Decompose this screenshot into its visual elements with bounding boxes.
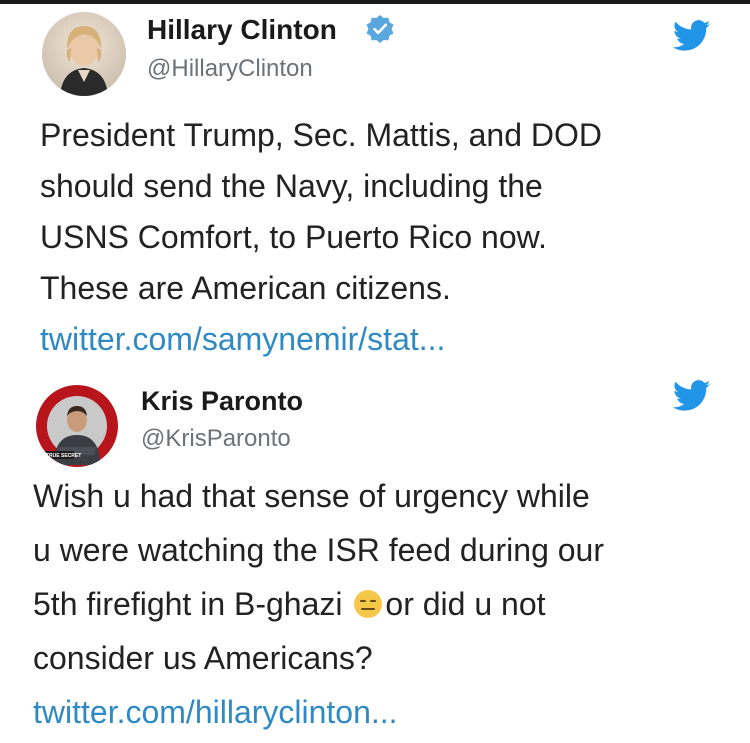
tweet-text-segment: 5th firefight in B-ghazi	[33, 586, 343, 622]
avatar[interactable]: TRUE SECRET	[36, 385, 118, 467]
display-name[interactable]: Hillary Clinton	[147, 14, 337, 46]
avatar-caption: TRUE SECRET	[46, 453, 81, 459]
user-handle[interactable]: @KrisParonto	[141, 425, 291, 453]
tweet-text-line: should send the Navy, including the	[40, 168, 543, 204]
user-handle[interactable]: @HillaryClinton	[147, 55, 313, 83]
tweet-link[interactable]: twitter.com/samynemir/stat...	[40, 321, 445, 358]
tweet-text-line: 5th firefight in B-ghazi or did u not	[33, 586, 546, 623]
tweet-text-segment: or did u not	[385, 586, 546, 622]
avatar[interactable]	[42, 12, 126, 96]
tweet-text-line: u were watching the ISR feed during our	[33, 532, 604, 568]
display-name[interactable]: Kris Paronto	[141, 386, 303, 417]
tweet-text-line: consider us Americans?	[33, 640, 373, 676]
tweet-text-line: Wish u had that sense of urgency while	[33, 478, 590, 514]
tweet-text-line: USNS Comfort, to Puerto Rico now.	[40, 219, 547, 255]
twitter-bird-icon	[673, 380, 711, 411]
expressionless-face-emoji-icon	[354, 590, 383, 618]
tweet-link[interactable]: twitter.com/hillaryclinton...	[33, 694, 398, 731]
tweet-text-line: President Trump, Sec. Mattis, and DOD	[40, 117, 602, 153]
tweet-card-kris[interactable]: TRUE SECRET Kris Paronto @KrisParonto Wi…	[0, 368, 750, 743]
tweet-text-line: These are American citizens.	[40, 270, 451, 306]
twitter-bird-icon	[673, 20, 711, 51]
verified-badge-icon	[366, 15, 394, 43]
tweet-card-hillary[interactable]: Hillary Clinton @HillaryClinton Presiden…	[0, 0, 750, 368]
